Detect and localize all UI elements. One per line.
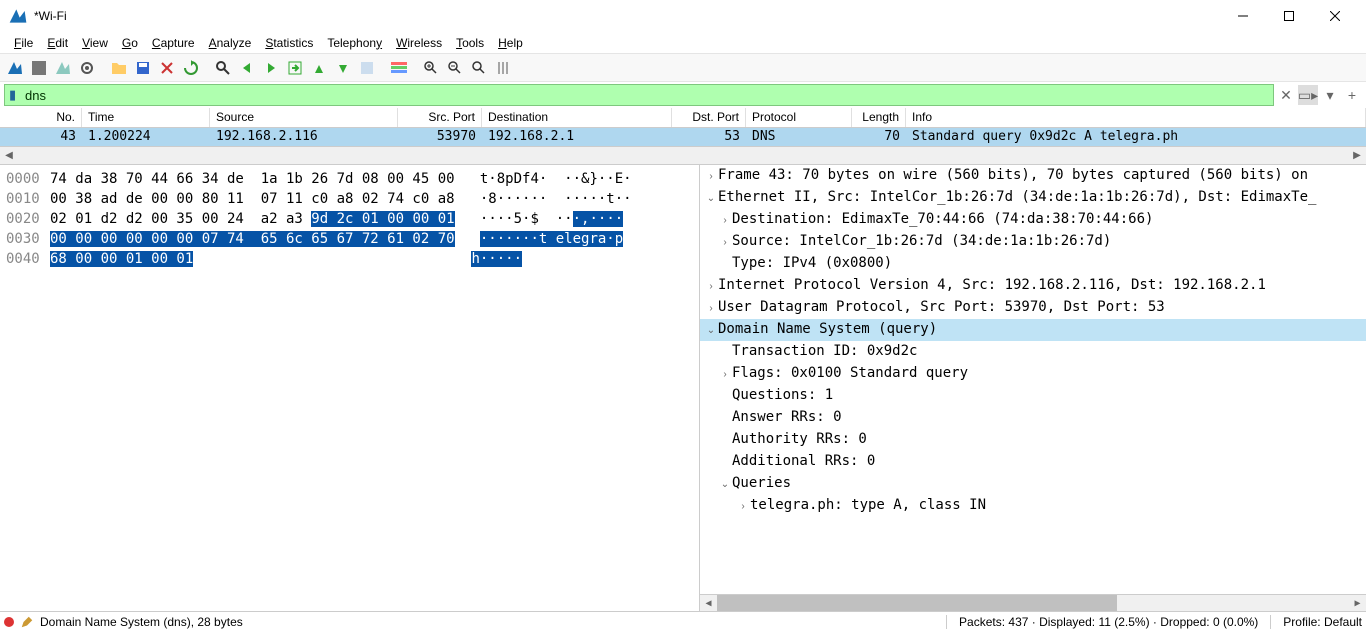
col-time[interactable]: Time xyxy=(82,108,210,127)
col-no[interactable]: No. xyxy=(0,108,82,127)
stop-capture-button[interactable] xyxy=(28,57,50,79)
maximize-button[interactable] xyxy=(1266,0,1312,32)
filter-text: dns xyxy=(25,88,46,103)
close-button[interactable] xyxy=(1312,0,1358,32)
close-file-button[interactable] xyxy=(156,57,178,79)
bookmark-icon[interactable]: ▮ xyxy=(9,87,21,103)
tree-scrollbar[interactable]: ◀▶ xyxy=(700,594,1366,611)
reload-button[interactable] xyxy=(180,57,202,79)
tree-dns-auth[interactable]: Authority RRs: 0 xyxy=(700,429,1366,451)
find-packet-button[interactable] xyxy=(212,57,234,79)
menu-analyze[interactable]: Analyze xyxy=(203,34,258,52)
tree-pane[interactable]: ›Frame 43: 70 bytes on wire (560 bits), … xyxy=(700,165,1366,611)
tree-eth[interactable]: ⌄Ethernet II, Src: IntelCor_1b:26:7d (34… xyxy=(700,187,1366,209)
col-proto[interactable]: Protocol xyxy=(746,108,852,127)
open-file-button[interactable] xyxy=(108,57,130,79)
tree-dns-ans[interactable]: Answer RRs: 0 xyxy=(700,407,1366,429)
lower-panes: 000074 da 38 70 44 66 34 de 1a 1b 26 7d … xyxy=(0,165,1366,611)
window-title: *Wi-Fi xyxy=(34,9,1220,23)
colorize-button[interactable] xyxy=(388,57,410,79)
col-dest[interactable]: Destination xyxy=(482,108,672,127)
minimize-button[interactable] xyxy=(1220,0,1266,32)
tree-dns-add[interactable]: Additional RRs: 0 xyxy=(700,451,1366,473)
add-filter-button[interactable]: + xyxy=(1342,85,1362,105)
tree-dns-q[interactable]: Questions: 1 xyxy=(700,385,1366,407)
packet-list-scrollbar[interactable]: ◀▶ xyxy=(0,146,1366,164)
display-filter-input[interactable]: ▮ dns xyxy=(4,84,1274,106)
save-file-button[interactable] xyxy=(132,57,154,79)
menu-help[interactable]: Help xyxy=(492,34,529,52)
status-field: Domain Name System (dns), 28 bytes xyxy=(40,615,243,629)
menu-statistics[interactable]: Statistics xyxy=(259,34,319,52)
status-packets: Packets: 437 · Displayed: 11 (2.5%) · Dr… xyxy=(959,615,1258,629)
toolbar xyxy=(0,54,1366,82)
edit-icon[interactable] xyxy=(20,615,34,629)
status-profile[interactable]: Profile: Default xyxy=(1283,615,1362,629)
tree-eth-dst[interactable]: ›Destination: EdimaxTe_70:44:66 (74:da:3… xyxy=(700,209,1366,231)
col-source[interactable]: Source xyxy=(210,108,398,127)
window-controls xyxy=(1220,0,1358,32)
status-bar: Domain Name System (dns), 28 bytes Packe… xyxy=(0,611,1366,631)
filter-bar: ▮ dns ✕ ▭▸ ▾ + xyxy=(0,82,1366,108)
menu-bar: File Edit View Go Capture Analyze Statis… xyxy=(0,32,1366,54)
tree-frame[interactable]: ›Frame 43: 70 bytes on wire (560 bits), … xyxy=(700,165,1366,187)
col-sport[interactable]: Src. Port xyxy=(398,108,482,127)
go-back-button[interactable] xyxy=(236,57,258,79)
packet-list: No. Time Source Src. Port Destination Ds… xyxy=(0,108,1366,165)
tree-dns-query1[interactable]: ›telegra.ph: type A, class IN xyxy=(700,495,1366,517)
menu-capture[interactable]: Capture xyxy=(146,34,201,52)
apply-filter-button[interactable]: ▭▸ xyxy=(1298,85,1318,105)
go-last-button[interactable] xyxy=(332,57,354,79)
packet-list-header: No. Time Source Src. Port Destination Ds… xyxy=(0,108,1366,128)
go-forward-button[interactable] xyxy=(260,57,282,79)
start-capture-button[interactable] xyxy=(4,57,26,79)
filter-dropdown-button[interactable]: ▾ xyxy=(1320,85,1340,105)
col-len[interactable]: Length xyxy=(852,108,906,127)
menu-tools[interactable]: Tools xyxy=(450,34,490,52)
hex-pane[interactable]: 000074 da 38 70 44 66 34 de 1a 1b 26 7d … xyxy=(0,165,700,611)
capture-options-button[interactable] xyxy=(76,57,98,79)
tree-eth-type[interactable]: Type: IPv4 (0x0800) xyxy=(700,253,1366,275)
menu-edit[interactable]: Edit xyxy=(41,34,74,52)
go-to-packet-button[interactable] xyxy=(284,57,306,79)
tree-udp[interactable]: ›User Datagram Protocol, Src Port: 53970… xyxy=(700,297,1366,319)
tree-eth-src[interactable]: ›Source: IntelCor_1b:26:7d (34:de:1a:1b:… xyxy=(700,231,1366,253)
zoom-reset-button[interactable] xyxy=(468,57,490,79)
clear-filter-button[interactable]: ✕ xyxy=(1276,85,1296,105)
menu-view[interactable]: View xyxy=(76,34,114,52)
menu-wireless[interactable]: Wireless xyxy=(390,34,448,52)
packet-row[interactable]: 43 1.200224 192.168.2.116 53970 192.168.… xyxy=(0,128,1366,146)
resize-columns-button[interactable] xyxy=(492,57,514,79)
menu-telephony[interactable]: Telephony xyxy=(321,34,388,52)
title-bar: *Wi-Fi xyxy=(0,0,1366,32)
wireshark-icon xyxy=(8,6,28,26)
expert-info-icon[interactable] xyxy=(4,617,14,627)
zoom-out-button[interactable] xyxy=(444,57,466,79)
tree-dns-queries[interactable]: ⌄Queries xyxy=(700,473,1366,495)
restart-capture-button[interactable] xyxy=(52,57,74,79)
tree-dns[interactable]: ⌄Domain Name System (query) xyxy=(700,319,1366,341)
tree-dns-flags[interactable]: ›Flags: 0x0100 Standard query xyxy=(700,363,1366,385)
menu-go[interactable]: Go xyxy=(116,34,144,52)
auto-scroll-button[interactable] xyxy=(356,57,378,79)
zoom-in-button[interactable] xyxy=(420,57,442,79)
tree-ip[interactable]: ›Internet Protocol Version 4, Src: 192.1… xyxy=(700,275,1366,297)
go-first-button[interactable] xyxy=(308,57,330,79)
tree-dns-txid[interactable]: Transaction ID: 0x9d2c xyxy=(700,341,1366,363)
col-dport[interactable]: Dst. Port xyxy=(672,108,746,127)
col-info[interactable]: Info xyxy=(906,108,1366,127)
menu-file[interactable]: File xyxy=(8,34,39,52)
